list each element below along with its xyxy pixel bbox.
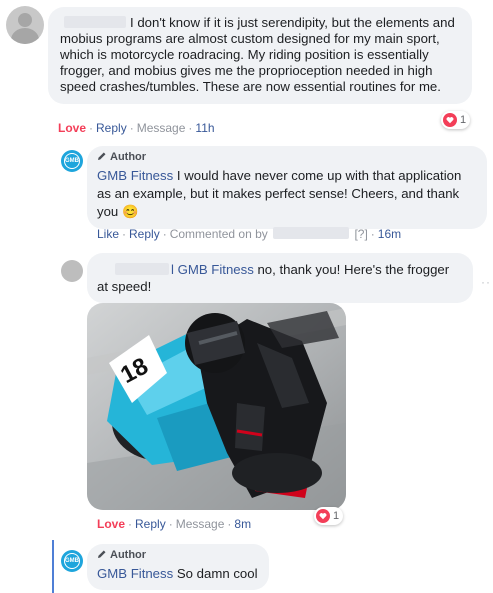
reply-button[interactable]: Reply [135,517,166,531]
reaction-count: 1 [460,114,467,126]
redacted-name [273,227,350,239]
more-options-icon[interactable]: ·· [481,275,491,289]
reply-actions: Like · Reply · Commented on by [?] · 16m [97,227,402,241]
message-button[interactable]: Message [137,121,186,135]
redacted-commenter-name[interactable] [64,16,126,28]
gmb-fitness-avatar[interactable]: GMB [61,150,83,172]
reply-button[interactable]: Reply [96,121,127,135]
author-reply-bubble: Author GMB Fitness I would have never co… [87,146,487,229]
reaction-count-badge[interactable]: 1 [314,507,344,525]
author-badge: Author [97,549,259,562]
author-badge: Author [97,151,477,164]
reply-button[interactable]: Reply [129,227,160,241]
timestamp[interactable]: 11h [195,121,214,135]
love-reaction-button[interactable]: Love [97,517,125,531]
author-name-link[interactable]: GMB Fitness [97,168,173,183]
motorcycle-photo[interactable]: 18 [87,303,346,510]
reply2-actions: Love · Reply · Message · 8m [97,517,252,531]
mention-link[interactable]: l GMB Fitness [171,262,254,277]
replier-avatar[interactable] [61,260,83,282]
comment-bubble: I don't know if it is just serendipity, … [48,7,472,104]
like-button[interactable]: Like [97,227,119,241]
reply-text: So damn cool [176,566,258,581]
love-reaction-button[interactable]: Love [58,121,86,135]
heart-icon [316,509,330,523]
author-name-link[interactable]: GMB Fitness [97,566,173,581]
redacted-replier-name[interactable] [115,263,169,275]
pencil-icon [98,550,106,558]
comment-actions: Love · Reply · Message · 11h [58,121,215,135]
unknown-marker: [?] [354,227,368,241]
commenter-avatar[interactable] [6,6,44,44]
message-button[interactable]: Message [176,517,225,531]
smile-emoji-icon: 😊 [121,204,139,219]
author-reply-bubble: Author GMB Fitness So damn cool [87,544,269,590]
pencil-icon [98,152,106,160]
commented-on-by-label: Commented on by [169,227,268,241]
author-label: Author [110,549,147,561]
user-reply-bubble: l GMB Fitness no, thank you! Here's the … [87,253,473,303]
highlight-bar [52,540,54,593]
gmb-fitness-avatar[interactable]: GMB [61,550,83,572]
heart-icon [443,113,457,127]
reaction-count-badge[interactable]: 1 [441,111,471,129]
reaction-count: 1 [333,510,340,522]
timestamp[interactable]: 16m [378,227,401,241]
timestamp[interactable]: 8m [234,517,251,531]
author-label: Author [110,151,147,163]
